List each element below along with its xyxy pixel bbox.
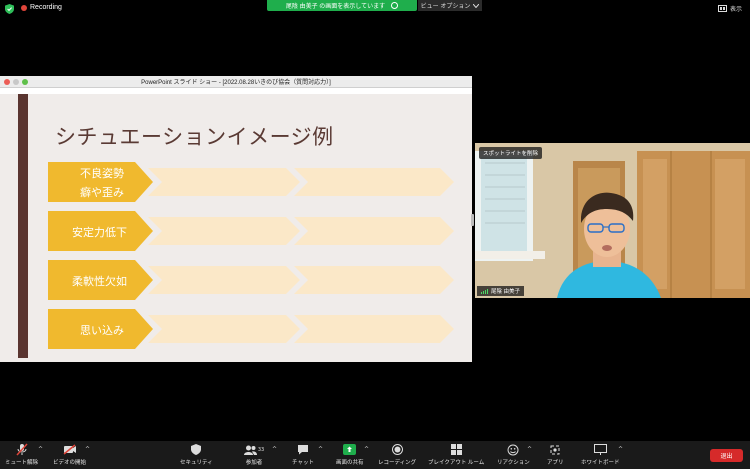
chevron-arrow-icon (148, 315, 300, 343)
record-dot-icon (21, 4, 27, 11)
chevron-arrow-icon (148, 217, 300, 245)
security-shield-icon[interactable] (5, 4, 14, 14)
view-mode-button[interactable]: 表示 (717, 4, 742, 13)
shared-screen-window: PowerPoint スライド ショー - [2022.08.28いきのび協会（… (0, 76, 472, 362)
chat-label: チャット (292, 460, 314, 466)
participants-caret-icon[interactable]: ^ (272, 446, 277, 453)
view-label: 表示 (729, 7, 742, 13)
unmute-button[interactable]: ミュート解除 (5, 443, 38, 466)
chat-caret-icon[interactable]: ^ (318, 446, 323, 453)
slide-accent-bar (18, 94, 28, 358)
share-screen-label: 画面の共有 (336, 460, 364, 466)
people-icon: 33 (242, 443, 266, 456)
breakout-grid-icon (448, 443, 464, 456)
chevron-arrow-icon (148, 266, 300, 294)
record-button[interactable]: レコーディング (378, 443, 416, 466)
window-titlebar: PowerPoint スライド ショー - [2022.08.28いきのび協会（… (0, 76, 472, 88)
start-video-button[interactable]: ビデオの開始 (53, 443, 86, 466)
whiteboard-caret-icon[interactable]: ^ (618, 446, 623, 453)
whiteboard-button[interactable]: ホワイトボード (581, 443, 620, 466)
recording-indicator[interactable]: Recording (21, 4, 62, 11)
window-title: PowerPoint スライド ショー - [2022.08.28いきのび協会（… (141, 80, 331, 86)
signal-bars-icon (481, 288, 488, 294)
chevron-arrow-icon (294, 168, 454, 196)
chat-bubble-icon (295, 443, 311, 456)
slide-title: シチュエーションイメージ例 (55, 125, 334, 149)
participants-count: 33 (257, 446, 265, 453)
view-options-dropdown[interactable]: ビュー オプション (418, 0, 482, 11)
item-label: 柔軟性欠如 (72, 275, 127, 288)
participants-button[interactable]: 33 参加者 (242, 443, 266, 466)
share-screen-button[interactable]: 画面の共有 (336, 443, 364, 466)
start-video-label: ビデオの開始 (53, 460, 87, 466)
participant-video (475, 143, 750, 298)
apps-icon (547, 443, 563, 456)
view-options-label: ビュー オプション (420, 4, 471, 10)
chevron-arrow-icon (294, 217, 454, 245)
emoji-icon (505, 443, 521, 456)
remove-spotlight-button[interactable]: スポットライトを削除 (479, 147, 543, 159)
status-indicator-icon (391, 2, 399, 9)
participant-video-tile[interactable]: スポットライトを削除 尾陰 由美子 (475, 143, 750, 298)
share-screen-icon (342, 443, 358, 456)
chevron-arrow-icon (294, 266, 454, 294)
chevron-down-icon (473, 3, 480, 8)
resize-handle[interactable] (471, 214, 474, 226)
shield-icon (188, 443, 204, 456)
share-options-caret-icon[interactable]: ^ (364, 446, 369, 453)
reactions-label: リアクション (497, 460, 530, 466)
participant-name: 尾陰 由美子 (491, 289, 521, 295)
audio-options-caret-icon[interactable]: ^ (38, 446, 43, 453)
video-options-caret-icon[interactable]: ^ (85, 446, 90, 453)
security-button[interactable]: セキュリティ (180, 443, 213, 466)
whiteboard-label: ホワイトボード (581, 460, 620, 466)
item-label-secondary: 癖や歪み (80, 186, 124, 199)
participant-name-tag: 尾陰 由美子 (477, 286, 525, 296)
reactions-button[interactable]: リアクション (497, 443, 530, 466)
grid-view-icon (717, 5, 727, 12)
item-label: 思い込み (80, 324, 124, 337)
record-label: レコーディング (378, 460, 417, 466)
video-off-icon (62, 443, 78, 456)
record-icon (389, 443, 405, 456)
whiteboard-icon (592, 443, 608, 456)
apps-label: アプリ (547, 460, 564, 466)
participants-label: 参加者 (245, 460, 263, 466)
apps-button[interactable]: アプリ (547, 443, 564, 466)
chevron-arrow-icon (294, 315, 454, 343)
leave-meeting-button[interactable]: 退出 (710, 449, 743, 462)
item-label: 安定力低下 (72, 226, 127, 239)
slide: シチュエーションイメージ例 不良姿勢 癖や歪み 安定力低下 柔軟性欠如 思い込み (0, 94, 472, 362)
breakout-rooms-button[interactable]: ブレイクアウト ルーム (428, 443, 484, 466)
breakout-rooms-label: ブレイクアウト ルーム (428, 460, 485, 466)
meeting-toolbar: ミュート解除 ^ ビデオの開始 ^ セキュリティ 33 参加者 ^ チャット ^… (0, 441, 750, 469)
share-banner-text: 尾陰 由美子 の画面を表示しています (285, 4, 386, 10)
security-label: セキュリティ (180, 460, 213, 466)
recording-label: Recording (30, 4, 62, 11)
chat-button[interactable]: チャット (292, 443, 314, 466)
item-label: 不良姿勢 (80, 167, 124, 180)
top-bar: Recording 尾陰 由美子 の画面を表示しています ビュー オプション 表… (0, 0, 750, 18)
chevron-arrow-icon (148, 168, 300, 196)
unmute-label: ミュート解除 (5, 460, 39, 466)
reactions-caret-icon[interactable]: ^ (527, 446, 532, 453)
screen-share-banner: 尾陰 由美子 の画面を表示しています (267, 0, 417, 11)
mic-muted-icon (14, 443, 30, 456)
